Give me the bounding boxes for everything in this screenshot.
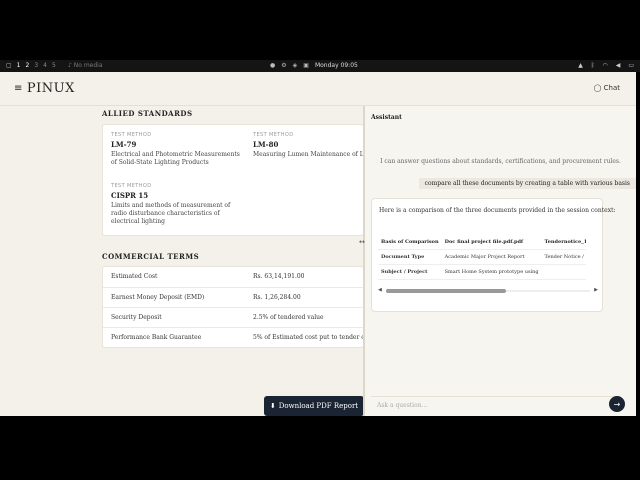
download-icon: ⬇	[269, 402, 276, 410]
table-row: Subject / Project Smart Home System prot…	[378, 264, 586, 280]
system-topbar: ▢ 1 2 3 4 5 ♪ No media ● ⚙ ◈ ▣ Monday 09…	[0, 60, 640, 72]
assistant-panel: Assistant I can answer questions about s…	[365, 106, 636, 416]
bluetooth-icon[interactable]: ᛒ	[591, 62, 595, 69]
arrow-right-icon: →	[613, 399, 621, 409]
pin-icon: ◈	[292, 62, 298, 69]
screen: ▢ 1 2 3 4 5 ♪ No media ● ⚙ ◈ ▣ Monday 09…	[0, 0, 640, 480]
caret-up-icon[interactable]: ▲	[578, 62, 583, 69]
wifi-icon[interactable]: ◠	[602, 62, 607, 69]
chat-icon: ◯	[593, 84, 602, 92]
assistant-greeting: I can answer questions about standards, …	[380, 158, 621, 165]
table-row: Security Deposit 2.5% of tendered value	[103, 307, 365, 327]
table-row: Document Type Academic Major Project Rep…	[378, 249, 586, 265]
download-pdf-button[interactable]: ⬇ Download PDF Report	[264, 396, 364, 416]
workspace-3[interactable]: 3	[34, 62, 38, 69]
battery-icon[interactable]: ▭	[628, 62, 634, 69]
table-header: Basis of Comparison Doc final project fi…	[378, 235, 586, 250]
comparison-table: Basis of Comparison Doc final project fi…	[378, 235, 586, 280]
table-row: Performance Bank Guarantee 5% of Estimat…	[103, 327, 365, 347]
menu-icon[interactable]: ≡	[14, 83, 23, 94]
standard-item: TEST METHOD LM-80 Measuring Lumen Mainte…	[253, 132, 365, 158]
scroll-left-icon[interactable]: ◀	[378, 287, 382, 293]
standard-item: TEST METHOD LM-79 Electrical and Photome…	[111, 132, 240, 166]
allied-standards-title: ALLIED STANDARDS	[102, 109, 193, 118]
commercial-terms-title: COMMERCIAL TERMS	[102, 252, 200, 261]
chat-link[interactable]: ◯ Chat	[594, 84, 620, 92]
table-row: Earnest Money Deposit (EMD) Rs. 1,26,284…	[103, 287, 365, 307]
commercial-terms-card: Estimated Cost Rs. 63,14,191.00 Earnest …	[102, 266, 365, 348]
topbar-center: ● ⚙ ◈ ▣ Monday 09:05	[270, 62, 358, 69]
assistant-reply: Here is a comparison of the three docume…	[371, 198, 616, 312]
clipboard-icon: ▣	[303, 62, 309, 69]
app-window: ≡ PINUX ◯ Chat ALLIED STANDARDS TEST MET…	[0, 72, 636, 416]
workspace-5[interactable]: 5	[52, 62, 56, 69]
table-scrollbar[interactable]: ◀ ▶	[378, 287, 598, 293]
standard-item: TEST METHOD CISPR 15 Limits and methods …	[111, 183, 231, 225]
settings-icon: ⚙	[281, 62, 287, 69]
media-status: ♪ No media	[68, 62, 103, 69]
grid-icon[interactable]: ▢	[6, 62, 12, 69]
send-button[interactable]: →	[609, 396, 625, 412]
assistant-title: Assistant	[371, 114, 402, 121]
workspace-4[interactable]: 4	[43, 62, 47, 69]
question-input[interactable]: Ask a question...	[371, 396, 621, 412]
reply-intro: Here is a comparison of the three docume…	[379, 207, 616, 214]
volume-icon[interactable]: ◀	[616, 62, 621, 69]
allied-standards-card: TEST METHOD LM-79 Electrical and Photome…	[102, 124, 365, 236]
brand[interactable]: ≡ PINUX	[14, 81, 75, 96]
scroll-right-icon[interactable]: ▶	[594, 287, 598, 293]
scrollbar-thumb[interactable]	[386, 289, 506, 293]
table-row: Estimated Cost Rs. 63,14,191.00	[111, 273, 305, 280]
workspace-2[interactable]: 2	[26, 62, 30, 69]
tray: ▲ ᛒ ◠ ◀ ▭	[578, 62, 634, 69]
record-icon: ●	[270, 62, 276, 69]
workspace-switcher: ▢ 1 2 3 4 5	[6, 62, 56, 69]
brand-name: PINUX	[26, 81, 75, 96]
clock: Monday 09:05	[314, 62, 358, 69]
workspace-1[interactable]: 1	[17, 62, 21, 69]
app-header: ≡ PINUX ◯ Chat	[0, 72, 636, 106]
resize-handle-icon[interactable]: ↔	[359, 238, 365, 246]
user-message: compare all these documents by creating …	[418, 178, 636, 189]
report-main: ALLIED STANDARDS TEST METHOD LM-79 Elect…	[102, 106, 365, 416]
